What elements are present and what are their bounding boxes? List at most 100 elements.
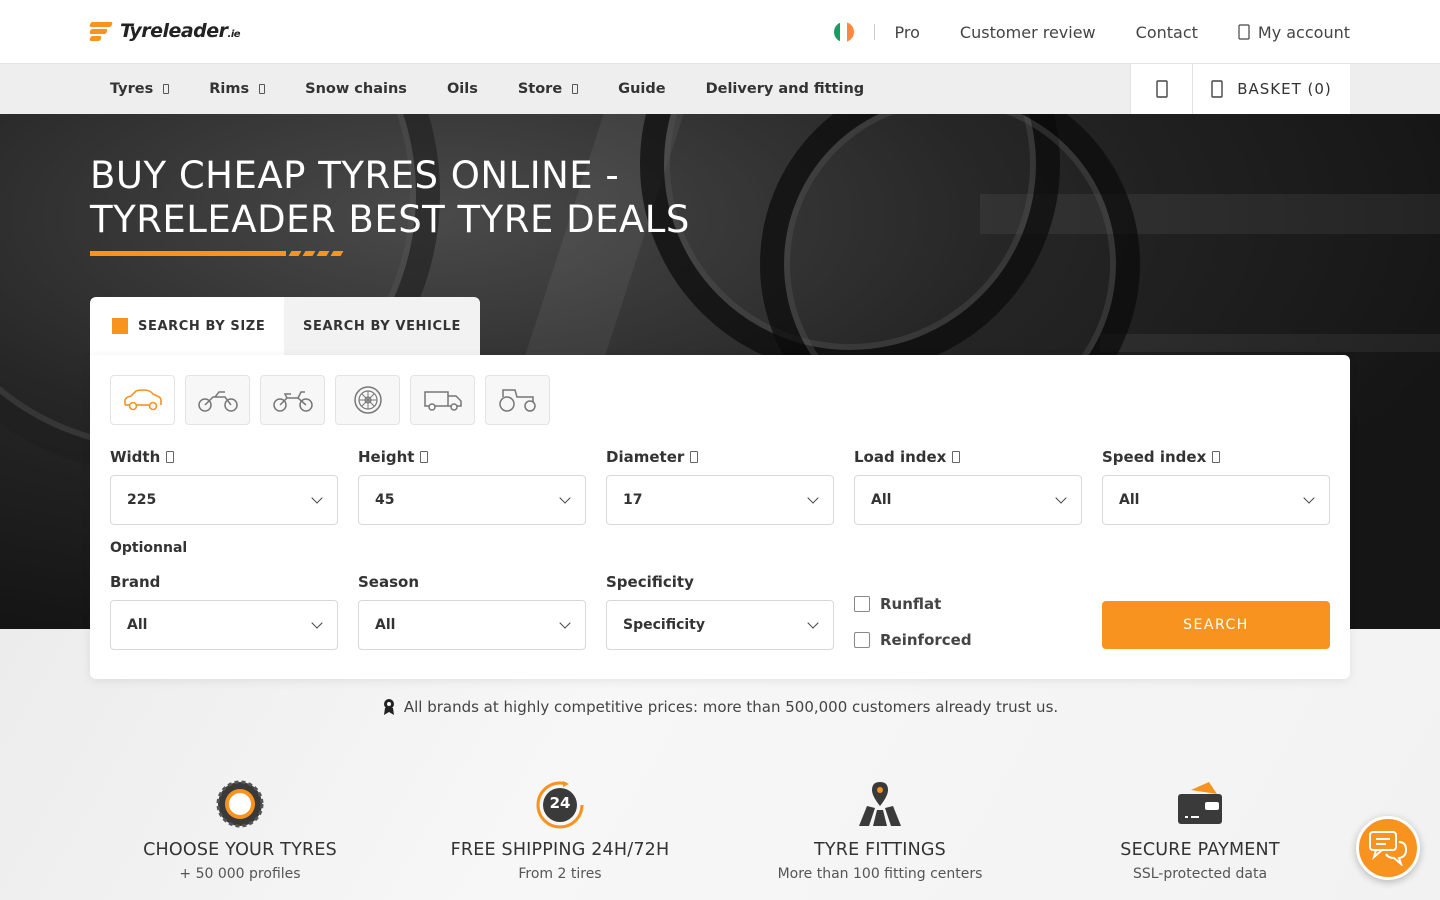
contact-link[interactable]: Contact — [1136, 23, 1198, 42]
season-value: All — [375, 617, 396, 633]
ireland-flag-icon[interactable] — [833, 22, 854, 42]
basket-icon — [1211, 80, 1223, 98]
vehicle-motorcycle-button[interactable] — [260, 375, 325, 425]
runflat-checkbox[interactable]: Runflat — [854, 595, 972, 613]
height-select[interactable]: 45 — [358, 475, 586, 525]
feature-title: TYRE FITTINGS — [814, 840, 946, 860]
basket-button[interactable]: BASKET (0) — [1192, 64, 1350, 114]
feature-title: CHOOSE YOUR TYRES — [143, 840, 337, 860]
wallet-icon — [1178, 782, 1222, 824]
motorcycle-icon — [272, 391, 313, 412]
hero-title-line2: TYRELEADER BEST TYRE DEALS — [90, 198, 690, 241]
specificity-select[interactable]: Specificity — [606, 600, 834, 650]
hero-bg-stripe — [1100, 334, 1440, 352]
basket-label: BASKET (0) — [1237, 80, 1332, 98]
nav-item-snow-chains[interactable]: Snow chains — [305, 81, 407, 97]
feature-free-shipping: 24 FREE SHIPPING 24H/72H From 2 tires — [400, 778, 720, 882]
season-field: Season All — [358, 572, 586, 650]
checkbox-box[interactable] — [854, 596, 870, 612]
title-underline — [90, 251, 344, 256]
season-select[interactable]: All — [358, 600, 586, 650]
feature-subtitle: More than 100 fitting centers — [777, 866, 983, 882]
chevron-down-icon — [311, 492, 323, 504]
nav-label: Snow chains — [305, 81, 407, 97]
info-icon[interactable] — [1212, 451, 1221, 463]
search-button[interactable] — [1130, 64, 1192, 114]
chevron-down-icon — [559, 492, 571, 504]
nav-label: Store — [517, 81, 563, 97]
nav-item-rims[interactable]: Rims — [209, 81, 266, 97]
nav-item-guide[interactable]: Guide — [618, 81, 665, 97]
info-icon[interactable] — [166, 451, 175, 463]
trust-text: All brands at highly competitive prices:… — [403, 698, 1059, 716]
hero-title: BUY CHEAP TYRES ONLINE - TYRELEADER BEST… — [90, 154, 690, 242]
vehicle-van-button[interactable] — [410, 375, 475, 425]
brand-label: Brand — [110, 573, 161, 591]
search-tabs: SEARCH BY SIZE SEARCH BY VEHICLE — [90, 297, 480, 355]
nav-item-store[interactable]: Store — [517, 81, 579, 97]
nav-label: Tyres — [110, 81, 154, 97]
diameter-select[interactable]: 17 — [606, 475, 834, 525]
chevron-down-icon — [1303, 492, 1315, 504]
info-icon[interactable] — [690, 451, 699, 463]
logo-mark-icon — [89, 20, 116, 42]
width-field: Width 225 — [110, 447, 338, 525]
customer-review-link[interactable]: Customer review — [960, 23, 1096, 42]
speed-index-select[interactable]: All — [1102, 475, 1330, 525]
vehicle-wheel-button[interactable] — [335, 375, 400, 425]
pro-link[interactable]: Pro — [895, 23, 920, 42]
info-icon[interactable] — [952, 451, 961, 463]
width-value: 225 — [127, 492, 157, 508]
tab-search-by-size[interactable]: SEARCH BY SIZE — [90, 297, 284, 355]
tyreleader-logo[interactable]: Tyreleader.ie — [89, 20, 241, 42]
nav-item-oils[interactable]: Oils — [447, 81, 478, 97]
height-field: Height 45 — [358, 447, 586, 525]
height-label: Height — [358, 448, 415, 466]
nav-label: Guide — [618, 81, 666, 97]
vehicle-car-button[interactable] — [110, 375, 175, 425]
runflat-label: Runflat — [880, 595, 942, 613]
trust-message: All brands at highly competitive prices:… — [0, 698, 1440, 716]
brand-value: All — [127, 617, 148, 633]
load-index-select[interactable]: All — [854, 475, 1082, 525]
feature-title: FREE SHIPPING 24H/72H — [450, 840, 670, 860]
dropdown-icon — [572, 84, 579, 94]
nav-item-delivery-fitting[interactable]: Delivery and fitting — [706, 81, 865, 97]
my-account-link[interactable]: My account — [1238, 23, 1350, 42]
nav-label: Delivery and fitting — [705, 81, 865, 97]
checkbox-box[interactable] — [854, 632, 870, 648]
hero-title-line1: BUY CHEAP TYRES ONLINE - — [90, 154, 620, 197]
speed-index-value: All — [1119, 492, 1140, 508]
speed-index-label: Speed index — [1102, 448, 1207, 466]
brand-select[interactable]: All — [110, 600, 338, 650]
diameter-field: Diameter 17 — [606, 447, 834, 525]
reinforced-checkbox[interactable]: Reinforced — [854, 631, 972, 649]
width-label: Width — [110, 448, 161, 466]
height-value: 45 — [375, 492, 395, 508]
chat-widget-button[interactable] — [1356, 816, 1420, 880]
main-nav: Tyres Rims Snow chains Oils Store Guide … — [0, 64, 1440, 114]
specificity-label: Specificity — [606, 573, 694, 591]
map-pin-icon — [859, 782, 901, 826]
chevron-down-icon — [807, 617, 819, 629]
speed-index-field: Speed index All — [1102, 447, 1330, 525]
chevron-down-icon — [311, 617, 323, 629]
tab-label: SEARCH BY VEHICLE — [303, 318, 461, 334]
dropdown-icon — [163, 84, 170, 94]
nav-item-tyres[interactable]: Tyres — [110, 81, 170, 97]
reinforced-label: Reinforced — [880, 631, 972, 649]
optional-label: Optionnal — [110, 540, 188, 556]
load-index-value: All — [871, 492, 892, 508]
vehicle-tractor-button[interactable] — [485, 375, 550, 425]
tab-search-by-vehicle[interactable]: SEARCH BY VEHICLE — [284, 297, 480, 355]
feature-choose-tyres: CHOOSE YOUR TYRES + 50 000 profiles — [80, 778, 400, 882]
nav-label: Rims — [209, 81, 250, 97]
search-submit-button[interactable]: SEARCH — [1102, 601, 1330, 649]
info-icon[interactable] — [420, 451, 429, 463]
dropdown-icon — [259, 84, 266, 94]
width-select[interactable]: 225 — [110, 475, 338, 525]
tractor-icon — [498, 389, 536, 412]
vehicle-scooter-button[interactable] — [185, 375, 250, 425]
chevron-down-icon — [1055, 492, 1067, 504]
season-label: Season — [358, 573, 420, 591]
